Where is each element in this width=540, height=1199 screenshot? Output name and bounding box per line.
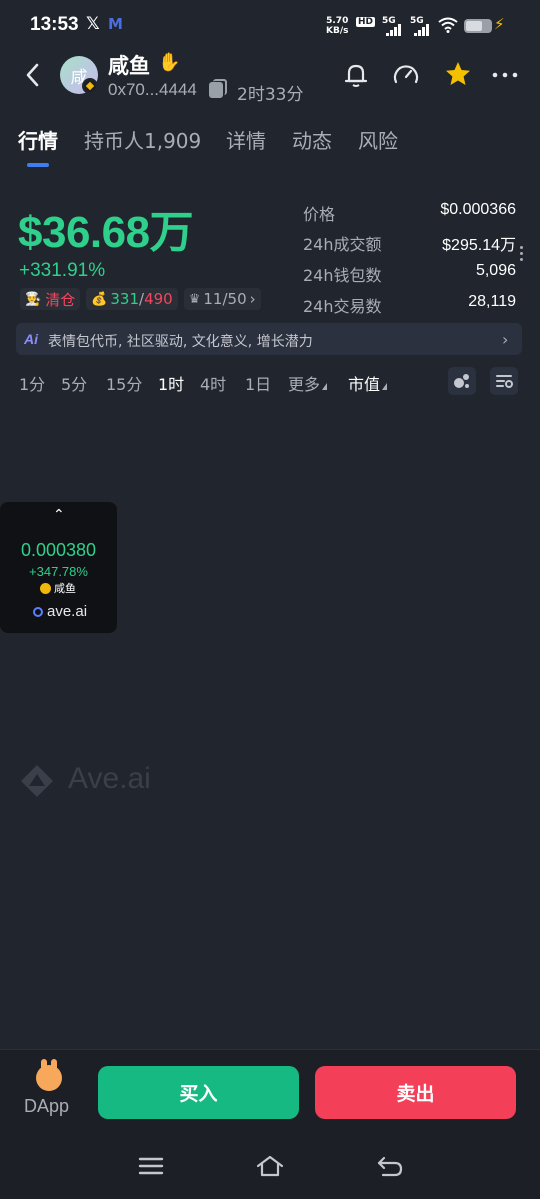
ai-icon: Ai xyxy=(24,331,38,347)
gmail-icon: M xyxy=(108,15,123,33)
popup-change: +347.78% xyxy=(29,564,88,579)
interval-5m[interactable]: 5分 xyxy=(61,371,87,395)
gauge-icon[interactable] xyxy=(391,60,421,90)
signal-bars-icon xyxy=(414,24,429,36)
stat-value-trades: 28,119 xyxy=(468,293,516,310)
stat-value-volume: $295.14万 xyxy=(442,237,516,254)
buy-button[interactable]: 买入 xyxy=(98,1066,299,1119)
bnb-chain-badge-icon xyxy=(82,78,98,94)
popup-price: 0.000380 xyxy=(20,540,97,560)
active-tab-indicator xyxy=(27,163,49,167)
chart-bubble-icon xyxy=(454,374,469,388)
metric-label: 市值 xyxy=(348,375,381,394)
bnb-icon xyxy=(40,582,51,594)
rank-tag[interactable]: ♛ 11/50 › xyxy=(183,288,261,310)
dapp-bunny-icon[interactable] xyxy=(36,1059,62,1091)
signal-bars-icon xyxy=(386,24,401,36)
interval-1d[interactable]: 1日 xyxy=(245,371,271,395)
more-intervals-dropdown[interactable]: 更多 xyxy=(288,371,328,395)
token-name: 咸鱼 xyxy=(108,54,150,78)
popup-brand-name: ave.ai xyxy=(47,603,88,620)
contract-address[interactable]: 0x70...4444 xyxy=(108,80,197,100)
tab-risk[interactable]: 风险 xyxy=(358,125,398,154)
interval-4h[interactable]: 4时 xyxy=(200,371,226,395)
chevron-right-icon: › xyxy=(502,330,509,349)
dropdown-triangle-icon xyxy=(382,383,388,390)
metric-dropdown[interactable]: 市值 xyxy=(348,371,388,395)
interval-1m[interactable]: 1分 xyxy=(19,371,45,395)
x-app-icon: 𝕏 xyxy=(86,14,100,34)
chart-settings-button[interactable] xyxy=(490,367,518,395)
chevron-right-icon: › xyxy=(249,290,256,308)
network-speed: 5.70 KB/s xyxy=(326,16,349,36)
return-icon[interactable] xyxy=(375,1154,405,1178)
wifi-icon xyxy=(438,17,458,33)
more-label: 更多 xyxy=(288,375,321,394)
stat-value-price: $0.000366 xyxy=(440,201,516,218)
stat-label-trades: 24h交易数 xyxy=(303,297,382,316)
popup-token: 咸鱼 xyxy=(40,580,76,596)
holders-a: 331 xyxy=(110,290,140,308)
more-icon[interactable] xyxy=(490,60,520,90)
token-tags: 👨‍🍳 清仓 💰 331 / 490 ♛ 11/50 › xyxy=(20,288,261,310)
crown-icon: ♛ xyxy=(188,291,201,307)
stat-label-price: 价格 xyxy=(303,205,336,224)
clear-label: 清仓 xyxy=(45,290,76,309)
back-arrow-icon[interactable] xyxy=(20,60,48,90)
chart-settings-icon xyxy=(496,375,513,388)
stat-label-volume: 24h成交额 xyxy=(303,235,382,254)
chevron-up-icon[interactable]: ⌃ xyxy=(53,507,65,523)
charging-icon: ⚡ xyxy=(494,15,505,33)
battery-icon xyxy=(464,19,492,33)
tab-market[interactable]: 行情 xyxy=(18,125,58,154)
popup-token-name: 咸鱼 xyxy=(54,582,76,595)
stats-more-icon[interactable] xyxy=(520,246,524,266)
ave-logo-icon xyxy=(33,606,43,617)
tab-holders[interactable]: 持币人1,909 xyxy=(84,125,201,154)
money-bag-icon: 💰 xyxy=(91,291,108,307)
token-age: 2时33分 xyxy=(237,85,304,105)
ave-watermark-logo-icon xyxy=(21,765,53,797)
stat-label-wallets: 24h钱包数 xyxy=(303,266,382,285)
stat-value-wallets: 5,096 xyxy=(475,262,516,279)
menu-icon[interactable] xyxy=(136,1154,166,1178)
popup-brand: ave.ai xyxy=(33,603,87,620)
hd-icon: HD xyxy=(356,17,376,27)
rank-value: 11/50 xyxy=(203,290,247,308)
ai-summary-text: 表情包代币, 社区驱动, 文化意义, 增长潜力 xyxy=(48,334,313,350)
market-cap: $36.68万 xyxy=(18,208,194,257)
star-icon[interactable] xyxy=(443,59,473,89)
chart-bubble-button[interactable] xyxy=(448,367,476,395)
holders-b: 490 xyxy=(144,290,173,308)
sell-button[interactable]: 卖出 xyxy=(315,1066,516,1119)
status-time: 13:53 xyxy=(30,14,79,35)
interval-15m[interactable]: 15分 xyxy=(106,371,142,395)
chart-watermark: Ave.ai xyxy=(68,762,151,795)
dapp-label[interactable]: DApp xyxy=(24,1096,69,1117)
price-change: +331.91% xyxy=(19,260,106,281)
tab-activity[interactable]: 动态 xyxy=(292,125,332,154)
waving-hand-icon: ✋ xyxy=(158,52,181,73)
dropdown-triangle-icon xyxy=(322,383,328,390)
copy-icon[interactable] xyxy=(209,79,227,98)
tab-details[interactable]: 详情 xyxy=(226,125,266,154)
home-icon[interactable] xyxy=(255,1154,285,1178)
holders-tag[interactable]: 💰 331 / 490 xyxy=(86,288,178,310)
clear-position-tag[interactable]: 👨‍🍳 清仓 xyxy=(20,288,81,310)
chef-icon: 👨‍🍳 xyxy=(25,291,42,307)
interval-1h[interactable]: 1时 xyxy=(158,371,184,395)
bell-icon[interactable] xyxy=(341,60,371,90)
